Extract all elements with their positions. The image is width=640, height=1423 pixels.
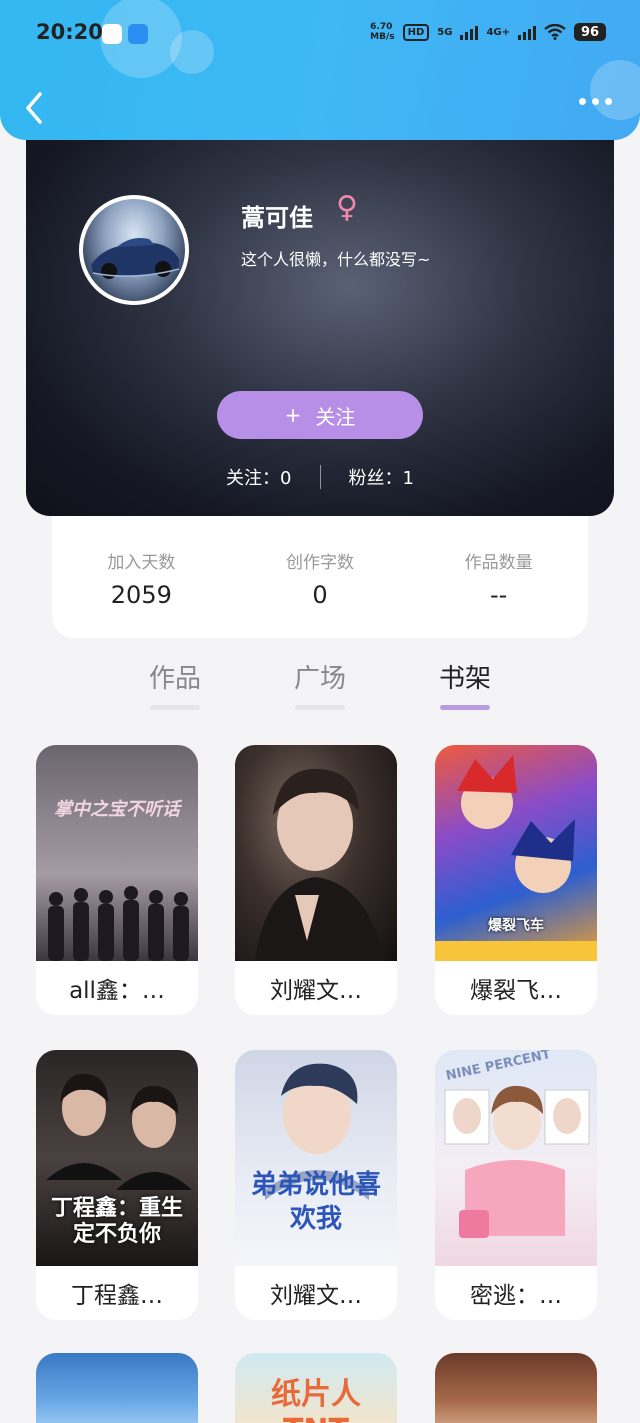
book-title: 爆裂飞… — [470, 978, 562, 1004]
signal-icon — [518, 24, 536, 40]
stat-label: 创作字数 — [285, 553, 354, 573]
book-cover: 掌中之宝不听话 — [36, 745, 198, 961]
car-avatar-image — [91, 238, 180, 279]
cover-collage — [444, 1085, 590, 1238]
profile-header: 蒿可佳 ♀ 这个人很懒，什么都没写~ + 关注 关注：0 粉丝：1 — [26, 132, 614, 516]
cover-portrait — [255, 768, 385, 961]
stat-word-count: 创作字数 0 — [250, 548, 390, 638]
tab-indicator — [440, 705, 490, 710]
back-button[interactable] — [22, 88, 52, 128]
cover-text: 爆裂飞车 — [488, 918, 544, 934]
book-cover: 丁程鑫：重生定不负你 — [36, 1050, 198, 1266]
book-cover: NINE PERCENT — [435, 1050, 597, 1266]
following-count[interactable]: 关注：0 — [226, 464, 291, 490]
cover-text: 纸片人 TNT — [271, 1377, 361, 1423]
book-card[interactable]: 丁程鑫：重生定不负你 丁程鑫… — [36, 1050, 198, 1320]
stat-value: 2059 — [110, 581, 172, 609]
cover-text: 弟弟说他喜欢我 — [250, 1170, 381, 1234]
tab-works[interactable]: 作品 — [130, 658, 220, 710]
stat-works-count: 作品数量 -- — [429, 548, 569, 638]
book-title: 刘耀文… — [270, 1283, 362, 1309]
net-speed-unit: MB/s — [370, 32, 395, 42]
more-dot-icon — [579, 98, 586, 105]
divider — [319, 465, 321, 489]
tab-indicator — [295, 705, 345, 710]
user-name: 蒿可佳 — [241, 204, 313, 232]
chevron-left-icon — [26, 92, 42, 124]
battery-icon: 96 — [574, 23, 606, 41]
more-dot-icon — [605, 98, 612, 105]
stat-value: 0 — [312, 581, 328, 609]
book-title: 刘耀文… — [270, 978, 362, 1004]
cover-figures — [48, 886, 189, 961]
content-tabs: 作品 广场 书架 — [0, 658, 640, 712]
more-dot-icon — [592, 98, 599, 105]
decor-bubble — [590, 60, 640, 120]
stat-label: 作品数量 — [464, 553, 533, 573]
profile-page: 20:20 6.70 MB/s HD 5G 4G+ 96 蒿可佳 ♀ 这个人很懒… — [0, 0, 640, 1423]
status-time: 20:20 — [36, 20, 103, 44]
follow-button[interactable]: + 关注 — [217, 391, 423, 439]
hd-icon: HD — [402, 23, 430, 41]
book-card[interactable]: 刘耀文… — [235, 745, 397, 1015]
net-speed: 6.70 MB/s — [370, 22, 394, 42]
net-speed-value: 6.70 — [370, 22, 393, 32]
stat-label: 加入天数 — [107, 553, 176, 573]
book-title: 密逃：… — [470, 1283, 562, 1309]
tab-label: 作品 — [148, 664, 201, 694]
tab-square[interactable]: 广场 — [275, 658, 365, 710]
female-icon: ♀ — [336, 190, 358, 225]
notification-app-icon — [128, 24, 148, 44]
tab-bookshelf[interactable]: 书架 — [420, 658, 510, 710]
cover-text: 丁程鑫：重生定不负你 — [50, 1196, 183, 1247]
book-card[interactable] — [36, 1353, 198, 1423]
sim2-label: 4G+ — [486, 26, 510, 38]
top-bar: 20:20 6.70 MB/s HD 5G 4G+ 96 — [0, 0, 640, 140]
tab-indicator — [150, 705, 200, 710]
status-icons: 6.70 MB/s HD 5G 4G+ 96 — [370, 22, 606, 42]
sim1-label: 5G — [437, 26, 453, 38]
wifi-icon — [544, 24, 566, 40]
book-card[interactable]: 纸片人 TNT — [235, 1353, 397, 1423]
avatar[interactable] — [79, 195, 189, 305]
more-button[interactable] — [579, 98, 612, 105]
follow-button-label: 关注 — [315, 404, 356, 429]
book-card[interactable]: 掌中之宝不听话 all鑫：… — [36, 745, 198, 1015]
user-bio: 这个人很懒，什么都没写~ — [241, 250, 431, 269]
notification-app-icon — [102, 24, 122, 44]
book-cover: 弟弟说他喜欢我 — [235, 1050, 397, 1266]
tab-label: 广场 — [293, 664, 346, 694]
book-card[interactable] — [435, 1353, 597, 1423]
plus-icon: + — [284, 403, 302, 427]
stat-join-days: 加入天数 2059 — [71, 548, 211, 638]
stats-card: 加入天数 2059 创作字数 0 作品数量 -- — [52, 516, 588, 638]
followers-count[interactable]: 粉丝：1 — [349, 464, 414, 490]
book-card[interactable]: 爆裂飞车 爆裂飞… — [435, 745, 597, 1015]
follow-stats: 关注：0 粉丝：1 — [26, 464, 614, 490]
signal-icon — [460, 24, 479, 40]
book-cover — [235, 745, 397, 961]
book-card[interactable]: 弟弟说他喜欢我 刘耀文… — [235, 1050, 397, 1320]
stat-value: -- — [489, 581, 508, 609]
book-title: all鑫：… — [69, 978, 165, 1004]
decor-bubble — [170, 30, 214, 74]
book-title: 丁程鑫… — [71, 1283, 163, 1309]
tab-label: 书架 — [438, 664, 491, 694]
cover-text: 掌中之宝不听话 — [54, 799, 180, 820]
book-card[interactable]: NINE PERCENT 密逃：… — [435, 1050, 597, 1320]
book-cover: 爆裂飞车 — [435, 745, 597, 961]
